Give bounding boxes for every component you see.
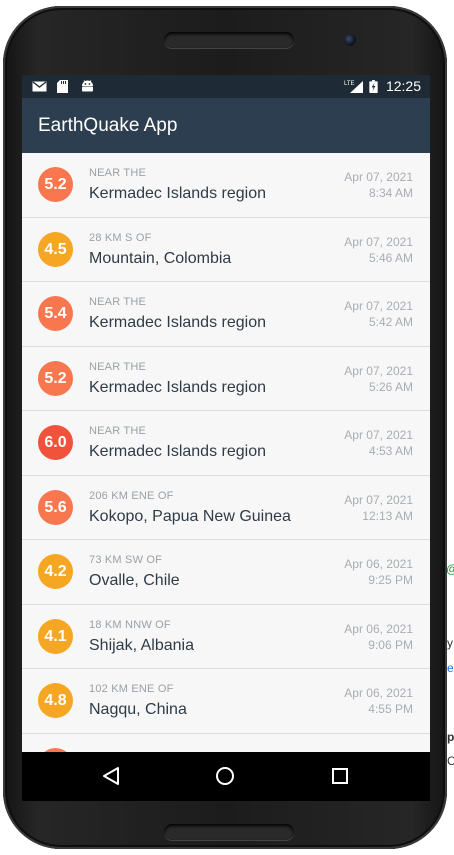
primary-location: Kermadec Islands region xyxy=(89,185,266,202)
status-bar: LTE 12:25 xyxy=(22,75,430,98)
lte-label: LTE xyxy=(344,81,355,87)
quake-time: 5:26 AM xyxy=(368,379,413,394)
primary-location: Nagqu, China xyxy=(89,701,187,718)
background-fragment: y xyxy=(447,636,453,650)
gmail-icon xyxy=(32,81,47,92)
primary-location: Kokopo, Papua New Guinea xyxy=(89,507,291,525)
magnitude-badge: 5.2 xyxy=(38,360,73,396)
magnitude-badge: 4.1 xyxy=(38,618,73,654)
earthquake-list-item[interactable]: 4.5 28 KM S OF Mountain, Colombia Apr 07, 2… xyxy=(22,217,430,282)
earthquake-list[interactable]: 5.2 NEAR THE Kermadec Islands region Apr 07… xyxy=(22,153,430,752)
battery-charging-icon xyxy=(369,80,378,93)
android-icon xyxy=(82,80,93,92)
primary-location: Mountain, Colombia xyxy=(89,249,232,267)
earthquake-list-item[interactable]: 5.4 NEAR THE Kermadec Islands region Apr 07… xyxy=(22,282,430,347)
magnitude-badge: 5.4 xyxy=(38,296,73,331)
app-toolbar: EarthQuake App xyxy=(22,98,430,153)
quake-time: 12:13 AM xyxy=(362,508,413,523)
background-fragment: p xyxy=(447,730,454,744)
app-title: EarthQuake App xyxy=(38,115,178,136)
earthquake-list-item[interactable]: 4.1 18 KM NNW OF Shijak, Albania Apr 06, 20… xyxy=(22,604,430,669)
background-fragment: @ xyxy=(446,562,454,576)
location-offset: 102 KM ENE OF xyxy=(89,683,174,695)
location-offset: 28 KM S OF xyxy=(89,231,152,244)
primary-location: Kermadec Islands region xyxy=(89,314,266,331)
location-offset: NEAR THE xyxy=(89,425,147,437)
location-offset: 18 KM NNW OF xyxy=(89,618,171,631)
home-icon[interactable] xyxy=(215,766,235,786)
earthquake-list-item[interactable]: 6.0 NEAR THE Kermadec Islands region Apr 07… xyxy=(22,411,430,476)
primary-location: Shijak, Albania xyxy=(89,636,194,654)
location-offset: 206 KM ENE OF xyxy=(89,489,174,502)
magnitude-badge: 4.2 xyxy=(38,554,73,589)
navigation-bar xyxy=(22,752,430,801)
location-offset: NEAR THE xyxy=(89,360,147,373)
lte-signal-icon: LTE xyxy=(344,81,363,93)
location-offset: 73 KM SW OF xyxy=(89,554,163,566)
primary-location: Kermadec Islands region xyxy=(89,378,266,396)
back-icon[interactable] xyxy=(102,766,120,786)
front-camera xyxy=(344,34,356,46)
status-time: 12:25 xyxy=(385,78,421,94)
primary-location: Kermadec Islands region xyxy=(89,443,266,460)
earthquake-list-item[interactable]: 5.2 NEAR THE Kermadec Islands region Apr 07… xyxy=(22,153,430,218)
quake-time: 5:42 AM xyxy=(368,315,413,329)
magnitude-badge: 4.8 xyxy=(38,683,73,718)
quake-time: 4:53 AM xyxy=(368,444,413,458)
location-offset: NEAR THE xyxy=(89,167,147,179)
quake-date: Apr 07, 2021 xyxy=(344,234,413,249)
quake-date: Apr 06, 2021 xyxy=(344,621,413,636)
quake-date: Apr 06, 2021 xyxy=(344,686,413,700)
quake-date: Apr 07, 2021 xyxy=(344,492,413,507)
primary-location: Ovalle, Chile xyxy=(89,572,180,589)
sd-card-icon xyxy=(57,80,68,93)
earthquake-list-item[interactable]: 5.2 NEAR THE Kermadec Islands region Apr 07… xyxy=(22,346,430,411)
earthquake-list-item[interactable] xyxy=(22,733,430,752)
magnitude-badge: 4.5 xyxy=(38,231,73,267)
quake-time: 8:34 AM xyxy=(368,186,413,200)
earthquake-list-item[interactable]: 4.8 102 KM ENE OF Nagqu, China Apr 06, 2021… xyxy=(22,669,430,734)
background-fragment: es xyxy=(447,661,454,675)
quake-date: Apr 07, 2021 xyxy=(344,299,413,313)
top-speaker xyxy=(164,32,294,48)
quake-date: Apr 07, 2021 xyxy=(344,363,413,378)
bottom-speaker xyxy=(164,824,294,840)
quake-time: 9:06 PM xyxy=(368,637,413,652)
earthquake-list-item[interactable]: 5.6 206 KM ENE OF Kokopo, Papua New Guinea… xyxy=(22,475,430,540)
quake-time: 4:55 PM xyxy=(368,702,413,716)
quake-date: Apr 06, 2021 xyxy=(344,557,413,571)
quake-date: Apr 07, 2021 xyxy=(344,428,413,442)
phone-screen: LTE 12:25 EarthQuake App 5.2 NEAR THE Kerm… xyxy=(22,75,430,752)
magnitude-badge: 5.2 xyxy=(38,167,73,202)
recents-icon[interactable] xyxy=(331,766,349,786)
background-fragment: C xyxy=(447,754,454,768)
quake-date: Apr 07, 2021 xyxy=(344,170,413,184)
magnitude-badge: 6.0 xyxy=(38,425,73,460)
earthquake-list-item[interactable]: 4.2 73 KM SW OF Ovalle, Chile Apr 06, 2021 9… xyxy=(22,540,430,605)
quake-time: 9:25 PM xyxy=(368,573,413,587)
quake-time: 5:46 AM xyxy=(368,250,413,265)
magnitude-badge: 5.6 xyxy=(38,489,73,525)
location-offset: NEAR THE xyxy=(89,296,147,308)
